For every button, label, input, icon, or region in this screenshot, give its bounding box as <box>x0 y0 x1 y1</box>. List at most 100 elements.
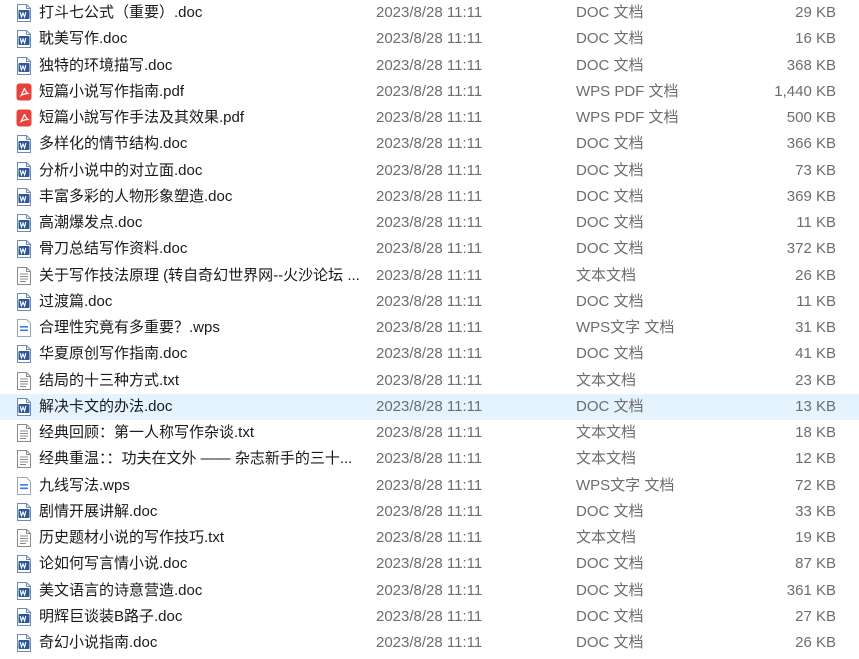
text-file-icon <box>16 267 32 285</box>
file-modified-date: 2023/8/28 11:11 <box>376 529 483 546</box>
file-row[interactable]: 经典回顾：第一人称写作杂谈.txt 2023/8/28 11:11 文本文档 18 K… <box>0 420 859 446</box>
file-row[interactable]: 短篇小說写作手法及其效果.pdf 2023/8/28 11:11 WPS PDF 文… <box>0 105 859 131</box>
file-row[interactable]: 九线写法.wps 2023/8/28 11:11 WPS文字 文档 72 KB <box>0 473 859 499</box>
file-row[interactable]: 合理性究竟有多重要？.wps 2023/8/28 11:11 WPS文字 文档 31 … <box>0 315 859 341</box>
word-doc-icon <box>16 608 32 626</box>
file-modified-date: 2023/8/28 11:11 <box>376 582 483 599</box>
file-name[interactable]: 经典回顾：第一人称写作杂谈.txt <box>39 420 364 446</box>
file-row[interactable]: 高潮爆发点.doc 2023/8/28 11:11 DOC 文档 11 KB <box>0 210 859 236</box>
file-name[interactable]: 华夏原创写作指南.doc <box>39 341 364 367</box>
file-modified-date: 2023/8/28 11:11 <box>376 188 483 205</box>
text-file-icon <box>16 372 32 390</box>
file-size: 73 KB <box>795 162 836 179</box>
file-name[interactable]: 丰富多彩的人物形象塑造.doc <box>39 184 364 210</box>
file-row[interactable]: 解决卡文的办法.doc 2023/8/28 11:11 DOC 文档 13 KB <box>0 394 859 420</box>
file-row[interactable]: 结局的十三种方式.txt 2023/8/28 11:11 文本文档 23 KB <box>0 368 859 394</box>
file-name[interactable]: 解决卡文的办法.doc <box>39 394 364 420</box>
file-row[interactable]: 明辉巨谈装B路子.doc 2023/8/28 11:11 DOC 文档 27 KB <box>0 604 859 630</box>
file-row[interactable]: 经典重温：：功夫在文外 —— 杂志新手的三十... 2023/8/28 11:11… <box>0 446 859 472</box>
file-row[interactable]: 丰富多彩的人物形象塑造.doc 2023/8/28 11:11 DOC 文档 369 … <box>0 184 859 210</box>
file-modified-date: 2023/8/28 11:11 <box>376 372 483 389</box>
file-row[interactable]: 多样化的情节结构.doc 2023/8/28 11:11 DOC 文档 366 KB <box>0 131 859 157</box>
file-name[interactable]: 论如何写言情小说.doc <box>39 551 364 577</box>
file-modified-date: 2023/8/28 11:11 <box>376 4 483 21</box>
file-name[interactable]: 美文语言的诗意营造.doc <box>39 578 364 604</box>
file-row[interactable]: 短篇小说写作指南.pdf 2023/8/28 11:11 WPS PDF 文档 1,4… <box>0 79 859 105</box>
file-size: 18 KB <box>795 424 836 441</box>
word-doc-icon <box>16 634 32 652</box>
file-row[interactable]: 关于写作技法原理 (转自奇幻世界网--火沙论坛 ... 2023/8/28 11:… <box>0 263 859 289</box>
file-name[interactable]: 多样化的情节结构.doc <box>39 131 364 157</box>
file-type: DOC 文档 <box>576 30 644 47</box>
file-modified-date: 2023/8/28 11:11 <box>376 214 483 231</box>
file-size: 1,440 KB <box>774 83 836 100</box>
pdf-icon <box>16 109 32 127</box>
file-size: 27 KB <box>795 608 836 625</box>
word-doc-icon <box>16 135 32 153</box>
file-row[interactable]: 过渡篇.doc 2023/8/28 11:11 DOC 文档 11 KB <box>0 289 859 315</box>
word-doc-icon <box>16 30 32 48</box>
file-row[interactable]: 奇幻小说指南.doc 2023/8/28 11:11 DOC 文档 26 KB <box>0 630 859 656</box>
file-name[interactable]: 结局的十三种方式.txt <box>39 368 364 394</box>
file-name[interactable]: 剧情开展讲解.doc <box>39 499 364 525</box>
file-type: DOC 文档 <box>576 4 644 21</box>
file-size: 361 KB <box>786 582 836 599</box>
file-size: 26 KB <box>795 634 836 651</box>
file-row[interactable]: 耽美写作.doc 2023/8/28 11:11 DOC 文档 16 KB <box>0 26 859 52</box>
file-name[interactable]: 独特的环境描写.doc <box>39 53 364 79</box>
text-file-icon <box>16 529 32 547</box>
file-row[interactable]: 骨刀总结写作资料.doc 2023/8/28 11:11 DOC 文档 372 KB <box>0 236 859 262</box>
file-name[interactable]: 过渡篇.doc <box>39 289 364 315</box>
file-name[interactable]: 经典重温：：功夫在文外 —— 杂志新手的三十... <box>39 446 364 472</box>
file-name[interactable]: 明辉巨谈装B路子.doc <box>39 604 364 630</box>
file-type: DOC 文档 <box>576 293 644 310</box>
file-row[interactable]: 独特的环境描写.doc 2023/8/28 11:11 DOC 文档 368 KB <box>0 53 859 79</box>
file-type: 文本文档 <box>576 267 637 284</box>
file-list: 打斗七公式（重要）.doc 2023/8/28 11:11 DOC 文档 29 KB 耽… <box>0 0 859 659</box>
file-modified-date: 2023/8/28 11:11 <box>376 109 483 126</box>
file-name[interactable]: 关于写作技法原理 (转自奇幻世界网--火沙论坛 ... <box>39 263 364 289</box>
file-row[interactable]: 历史题材小说的写作技巧.txt 2023/8/28 11:11 文本文档 19 KB <box>0 525 859 551</box>
file-name[interactable]: 合理性究竟有多重要？.wps <box>39 315 364 341</box>
file-type: WPS文字 文档 <box>576 319 675 336</box>
file-type: WPS PDF 文档 <box>576 109 679 126</box>
file-modified-date: 2023/8/28 11:11 <box>376 424 483 441</box>
file-row[interactable]: 美文语言的诗意营造.doc 2023/8/28 11:11 DOC 文档 361 KB <box>0 578 859 604</box>
file-row[interactable]: 打斗七公式（重要）.doc 2023/8/28 11:11 DOC 文档 29 KB <box>0 0 859 26</box>
file-type: 文本文档 <box>576 424 637 441</box>
file-name[interactable]: 短篇小說写作手法及其效果.pdf <box>39 105 364 131</box>
file-type: DOC 文档 <box>576 345 644 362</box>
word-doc-icon <box>16 293 32 311</box>
file-modified-date: 2023/8/28 11:11 <box>376 450 483 467</box>
file-type: DOC 文档 <box>576 555 644 572</box>
file-size: 13 KB <box>795 398 836 415</box>
file-name[interactable]: 九线写法.wps <box>39 473 364 499</box>
file-type: DOC 文档 <box>576 608 644 625</box>
file-size: 72 KB <box>795 477 836 494</box>
word-doc-icon <box>16 4 32 22</box>
file-name[interactable]: 高潮爆发点.doc <box>39 210 364 236</box>
file-modified-date: 2023/8/28 11:11 <box>376 267 483 284</box>
file-modified-date: 2023/8/28 11:11 <box>376 240 483 257</box>
file-size: 11 KB <box>796 293 836 310</box>
file-name[interactable]: 打斗七公式（重要）.doc <box>39 0 364 26</box>
wps-doc-icon <box>16 477 32 495</box>
word-doc-icon <box>16 57 32 75</box>
file-name[interactable]: 短篇小说写作指南.pdf <box>39 79 364 105</box>
file-row[interactable]: 分析小说中的对立面.doc 2023/8/28 11:11 DOC 文档 73 KB <box>0 158 859 184</box>
file-name[interactable]: 耽美写作.doc <box>39 26 364 52</box>
file-row[interactable]: 剧情开展讲解.doc 2023/8/28 11:11 DOC 文档 33 KB <box>0 499 859 525</box>
file-type: DOC 文档 <box>576 240 644 257</box>
file-name[interactable]: 奇幻小说指南.doc <box>39 630 364 656</box>
text-file-icon <box>16 424 32 442</box>
file-modified-date: 2023/8/28 11:11 <box>376 477 483 494</box>
file-name[interactable]: 骨刀总结写作资料.doc <box>39 236 364 262</box>
file-size: 16 KB <box>795 30 836 47</box>
file-name[interactable]: 历史题材小说的写作技巧.txt <box>39 525 364 551</box>
file-size: 11 KB <box>796 214 836 231</box>
file-row[interactable]: 论如何写言情小说.doc 2023/8/28 11:11 DOC 文档 87 KB <box>0 551 859 577</box>
word-doc-icon <box>16 162 32 180</box>
file-row[interactable]: 华夏原创写作指南.doc 2023/8/28 11:11 DOC 文档 41 KB <box>0 341 859 367</box>
file-modified-date: 2023/8/28 11:11 <box>376 135 483 152</box>
file-name[interactable]: 分析小说中的对立面.doc <box>39 158 364 184</box>
